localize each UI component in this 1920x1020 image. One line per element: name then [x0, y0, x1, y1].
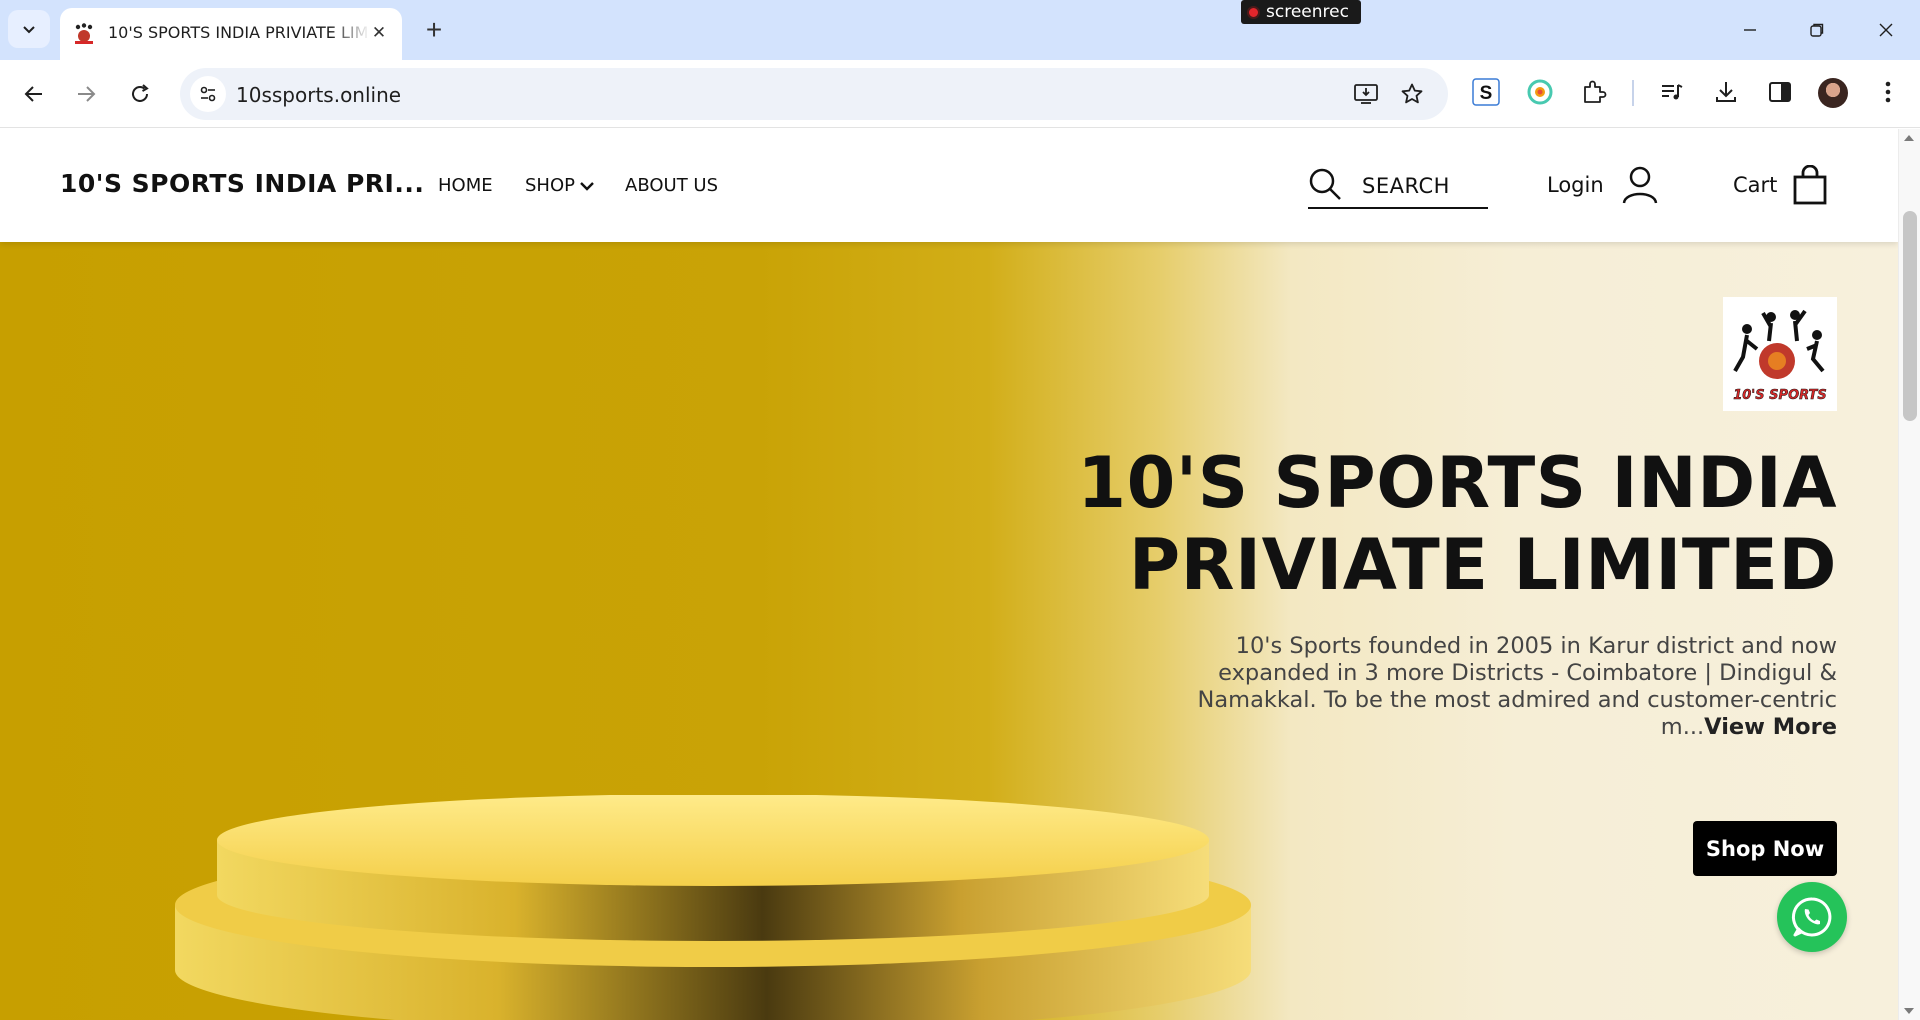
install-app-icon	[1354, 84, 1378, 104]
hero-banner: 10'S SPORTS 10'S SPORTS INDIA PRIVIATE L…	[0, 242, 1898, 1020]
download-icon	[1716, 82, 1736, 102]
back-button[interactable]	[14, 74, 54, 114]
browser-toolbar: 10ssports.online S	[0, 60, 1920, 128]
reload-icon	[132, 84, 149, 102]
hero-description-line2: expanded in 3 more Districts - Coimbator…	[1218, 660, 1837, 686]
record-dot-icon	[1247, 5, 1260, 19]
whatsapp-icon	[1791, 897, 1832, 937]
site-brand[interactable]: 10'S SPORTS INDIA PRI...	[60, 169, 424, 198]
tune-icon	[200, 86, 216, 102]
close-icon: ✕	[371, 23, 387, 42]
scroll-up-arrow-icon[interactable]	[1904, 135, 1914, 141]
profile-avatar[interactable]	[1818, 78, 1848, 108]
whatsapp-button[interactable]	[1777, 882, 1847, 952]
s-extension-icon: S	[1472, 78, 1500, 106]
hero-description-line3: Namakkal. To be the most admired and cus…	[1197, 687, 1837, 713]
more-menu-button[interactable]	[1872, 76, 1904, 108]
company-logo: 10'S SPORTS	[1723, 297, 1837, 411]
side-panel-button[interactable]	[1764, 76, 1796, 108]
scroll-thumb[interactable]	[1903, 211, 1917, 421]
minimize-icon	[1744, 29, 1756, 31]
browser-tab-active[interactable]: 10'S SPORTS INDIA PRIVIATE LIMITED ✕	[60, 8, 402, 60]
minimize-button[interactable]	[1730, 10, 1770, 50]
close-window-button[interactable]	[1866, 10, 1906, 50]
bookmark-star-icon	[1401, 83, 1423, 104]
restore-icon	[1810, 23, 1824, 37]
user-icon	[1622, 166, 1657, 204]
forward-button[interactable]	[66, 74, 106, 114]
url-text[interactable]: 10ssports.online	[236, 83, 401, 107]
browser-tab-strip: 10'S SPORTS INDIA PRIVIATE LIMITED ✕ + s…	[0, 0, 1920, 60]
extensions-puzzle-icon	[1584, 80, 1607, 103]
bookmark-button[interactable]	[1396, 78, 1428, 110]
hero-title: 10'S SPORTS INDIA PRIVIATE LIMITED	[937, 442, 1837, 606]
page-scrollbar[interactable]	[1898, 129, 1920, 1020]
new-tab-button[interactable]: +	[418, 14, 450, 46]
forward-arrow-icon	[78, 86, 96, 102]
site-header: 10'S SPORTS INDIA PRI... HOME SHOP ABOUT…	[0, 129, 1898, 242]
toolbar-separator	[1632, 80, 1634, 106]
nav-about-label: ABOUT US	[625, 175, 719, 196]
podium-image	[175, 795, 1251, 1020]
downloads-button[interactable]	[1710, 76, 1742, 108]
sports-logo-icon: 10'S SPORTS	[1733, 309, 1827, 403]
cart-label: Cart	[1733, 173, 1778, 197]
cart-button[interactable]: Cart	[1733, 163, 1827, 207]
hero-description: 10's Sports founded in 2005 in Karur dis…	[1077, 633, 1837, 741]
camera-extension-icon	[1527, 79, 1553, 105]
camera-extension-button[interactable]	[1524, 76, 1556, 108]
nav-about[interactable]: ABOUT US	[625, 175, 718, 196]
close-icon	[1879, 23, 1893, 37]
login-label: Login	[1547, 173, 1604, 197]
tab-title: 10'S SPORTS INDIA PRIVIATE LIMITED	[108, 23, 370, 42]
search-icon	[1309, 168, 1341, 200]
search-placeholder: SEARCH	[1362, 174, 1450, 198]
media-queue-icon	[1662, 84, 1683, 100]
shop-now-button[interactable]: Shop Now	[1693, 821, 1837, 876]
chevron-down-icon	[23, 26, 35, 34]
extensions-button[interactable]	[1578, 76, 1610, 108]
back-arrow-icon	[24, 86, 42, 102]
hero-title-line1: 10'S SPORTS INDIA	[1077, 442, 1837, 524]
install-app-button[interactable]	[1350, 78, 1382, 110]
side-panel-icon	[1769, 82, 1791, 102]
restore-button[interactable]	[1797, 10, 1837, 50]
search-input[interactable]: SEARCH	[1308, 165, 1488, 209]
scroll-down-arrow-icon[interactable]	[1904, 1008, 1914, 1014]
hero-description-line1: 10's Sports founded in 2005 in Karur dis…	[1235, 633, 1837, 659]
address-bar[interactable]: 10ssports.online	[180, 68, 1448, 120]
screen-recorder-badge: screenrec	[1241, 0, 1361, 24]
plus-icon: +	[425, 14, 443, 45]
s-extension-button[interactable]: S	[1470, 76, 1502, 108]
chevron-down-icon	[580, 181, 594, 191]
login-button[interactable]: Login	[1547, 163, 1658, 207]
nav-home-label: HOME	[438, 175, 493, 196]
more-menu-icon	[1885, 81, 1891, 103]
tab-search-button[interactable]	[8, 10, 50, 48]
nav-home[interactable]: HOME	[438, 175, 493, 196]
svg-text:S: S	[1480, 83, 1493, 104]
view-more-link[interactable]: View More	[1704, 714, 1837, 740]
nav-shop-label: SHOP	[525, 175, 575, 196]
logo-wordmark: 10'S SPORTS	[1733, 388, 1827, 403]
sports-logo-icon	[75, 23, 93, 44]
recorder-label: screenrec	[1266, 2, 1349, 22]
reload-button[interactable]	[120, 74, 160, 114]
tab-close-button[interactable]: ✕	[366, 20, 392, 46]
shopping-bag-icon	[1794, 165, 1827, 205]
web-page: 10'S SPORTS INDIA PRI... HOME SHOP ABOUT…	[0, 129, 1898, 1020]
hero-description-line4: m...	[1660, 714, 1705, 740]
hero-title-line2: PRIVIATE LIMITED	[1128, 524, 1837, 606]
media-queue-button[interactable]	[1656, 76, 1688, 108]
site-settings-button[interactable]	[190, 76, 226, 112]
nav-shop[interactable]: SHOP	[525, 175, 595, 196]
